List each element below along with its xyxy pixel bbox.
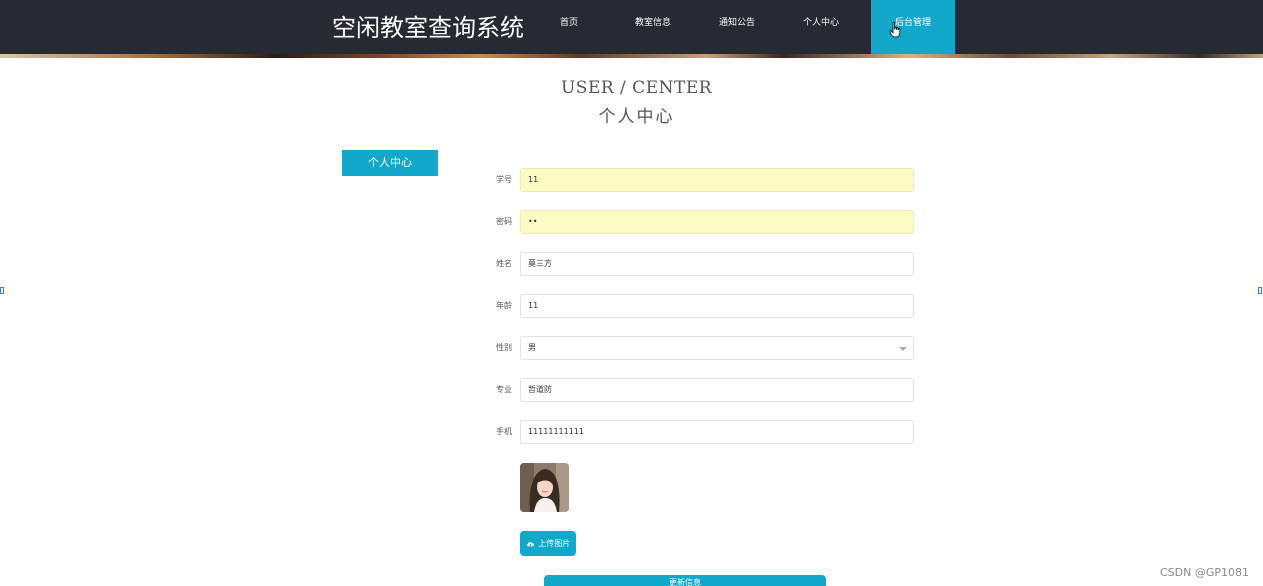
upload-image-label: 上传图片 (538, 539, 571, 548)
watermark: CSDN @GP1081 (1159, 566, 1249, 579)
major-input[interactable]: 哲道防 (520, 378, 914, 402)
nav-item-admin[interactable]: 后台管理 (871, 0, 955, 54)
phone-label: 手机 (496, 427, 512, 436)
update-info-button[interactable]: 更新信息 (544, 575, 826, 586)
age-input[interactable]: 11 (520, 294, 914, 318)
page-title-en: USER / CENTER (560, 78, 713, 98)
password-label: 密码 (496, 217, 512, 226)
upload-image-button[interactable]: 上传图片 (520, 531, 576, 556)
chevron-down-icon (899, 347, 907, 351)
password-input[interactable]: •• (520, 210, 914, 234)
gender-select-value: 男 (528, 343, 536, 352)
page-title-cn: 个人中心 (598, 107, 675, 127)
sidebar-item-personal-center[interactable]: 个人中心 (342, 150, 438, 176)
student-id-label: 学号 (496, 175, 512, 184)
student-id-input[interactable]: 11 (520, 168, 914, 192)
major-label: 专业 (496, 385, 512, 394)
nav-item-personal-center[interactable]: 个人中心 (779, 0, 863, 54)
avatar-photo-icon (520, 463, 569, 512)
gender-select[interactable]: 男 (520, 336, 914, 360)
name-label: 姓名 (496, 259, 512, 268)
nav-item-notices[interactable]: 通知公告 (695, 0, 779, 54)
gender-label: 性别 (496, 343, 512, 352)
nav-item-classroom-info[interactable]: 教室信息 (611, 0, 695, 54)
name-input[interactable]: 莫三方 (520, 252, 914, 276)
site-title: 空闲教室查询系统 (332, 14, 524, 42)
header-banner-strip (0, 54, 1263, 58)
right-edge-handle (1258, 287, 1262, 294)
avatar (520, 463, 569, 512)
hand-cursor-icon (889, 22, 901, 38)
phone-input[interactable]: 11111111111 (520, 420, 914, 444)
nav-item-home[interactable]: 首页 (527, 0, 611, 54)
top-navbar: 空闲教室查询系统 首页 教室信息 通知公告 个人中心 后台管理 (0, 0, 1263, 54)
age-label: 年龄 (496, 301, 512, 310)
cloud-upload-icon (526, 542, 534, 547)
left-edge-handle (0, 287, 4, 294)
